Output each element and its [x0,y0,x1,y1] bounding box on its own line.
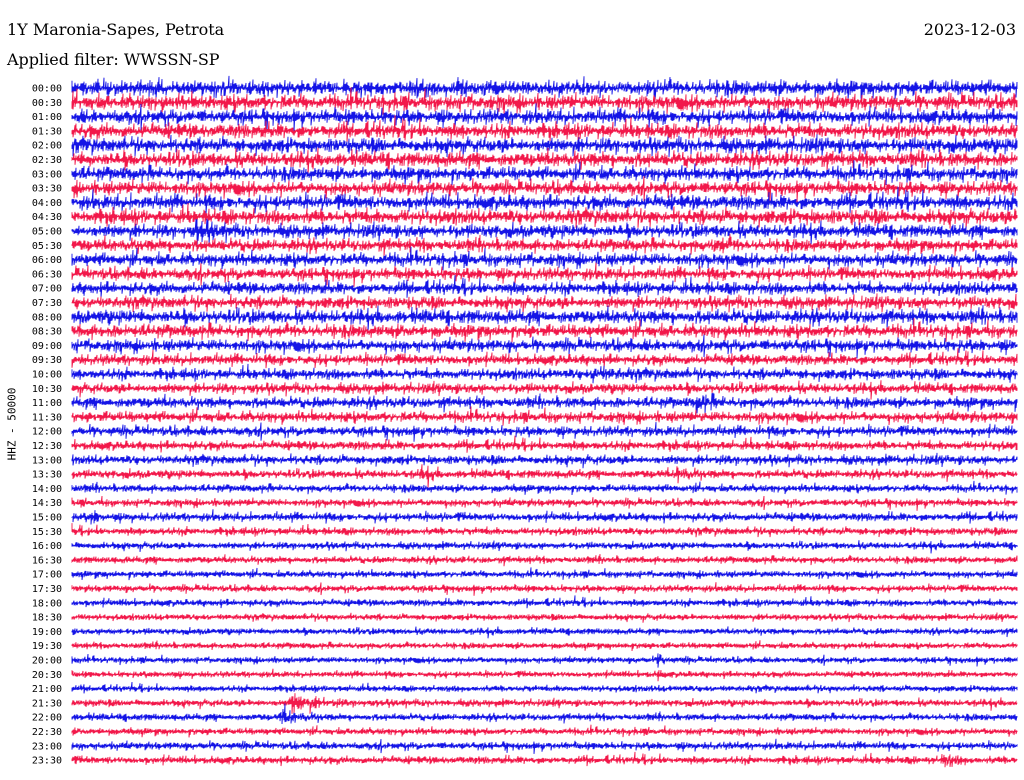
time-tick-label: 12:30 [32,441,62,452]
time-tick-label: 20:00 [32,656,62,667]
trace-row [71,293,1018,314]
time-tick-label: 01:00 [32,112,62,123]
time-tick-label: 01:30 [32,126,62,137]
time-tick-label: 14:30 [32,498,62,509]
trace-row [71,262,1018,287]
trace-row [71,480,1018,496]
trace-row [71,554,1018,567]
trace-row [71,75,1018,102]
time-tick-label: 22:30 [32,727,62,738]
helicorder-plot: 00:00 00:30 01:00 01:30 02:00 02:30 03:00 03:30… [32,75,1018,768]
time-tick-label: 07:30 [32,298,62,309]
trace-row [71,406,1018,426]
trace-row [71,495,1018,511]
trace-row [71,751,1018,768]
time-tick-label: 08:30 [32,327,62,338]
time-tick-label: 12:00 [32,427,62,438]
time-tick-label: 19:00 [32,627,62,638]
time-tick-label: 02:30 [32,155,62,166]
time-tick-label: 05:00 [32,227,62,238]
time-tick-label: 20:30 [32,670,62,681]
seismic-traces [71,75,1018,768]
trace-row [71,435,1018,453]
time-tick-label: 18:30 [32,613,62,624]
trace-row [71,305,1018,333]
time-tick-label: 07:00 [32,284,62,295]
trace-row [71,595,1018,609]
time-tick-label: 22:00 [32,713,62,724]
time-tick-label: 17:30 [32,584,62,595]
trace-row [71,567,1018,581]
time-tick-label: 04:00 [32,198,62,209]
time-tick-label: 00:00 [32,84,62,95]
trace-row [71,738,1018,754]
trace-row [71,668,1018,682]
trace-row [71,693,1018,715]
trace-row [71,540,1018,554]
trace-row [71,380,1018,400]
trace-row [71,348,1018,369]
time-tick-label: 15:00 [32,513,62,524]
time-tick-label: 05:30 [32,241,62,252]
time-tick-label: 04:30 [32,212,62,223]
time-tick-label: 13:30 [32,470,62,481]
trace-row [71,681,1018,694]
trace-row [71,640,1018,652]
time-tick-label: 08:00 [32,312,62,323]
time-tick-label: 15:30 [32,527,62,538]
trace-row [71,612,1018,623]
time-tick-label: 09:30 [32,355,62,366]
time-tick-label: 03:30 [32,184,62,195]
trace-row [71,275,1018,298]
time-tick-label: 19:30 [32,641,62,652]
time-tick-label: 14:00 [32,484,62,495]
time-tick-label: 00:30 [32,98,62,109]
time-tick-labels: 00:00 00:30 01:00 01:30 02:00 02:30 03:00 03:30… [32,84,62,767]
trace-row [71,724,1018,738]
time-tick-label: 02:00 [32,141,62,152]
trace-row [71,318,1018,343]
trace-row [71,582,1018,596]
time-tick-label: 16:00 [32,541,62,552]
trace-row [71,452,1018,469]
time-tick-label: 13:00 [32,455,62,466]
time-tick-label: 03:00 [32,169,62,180]
time-tick-label: 11:30 [32,412,62,423]
time-tick-label: 17:00 [32,570,62,581]
time-tick-label: 06:30 [32,269,62,280]
trace-row [71,653,1018,668]
time-tick-label: 18:00 [32,598,62,609]
trace-row [71,334,1018,359]
time-tick-label: 23:00 [32,741,62,752]
trace-row [71,626,1018,639]
trace-row [71,234,1018,257]
trace-row [71,523,1018,538]
trace-row [71,509,1018,525]
trace-row [71,363,1018,384]
time-tick-label: 21:00 [32,684,62,695]
time-tick-label: 06:00 [32,255,62,266]
time-tick-label: 16:30 [32,555,62,566]
time-tick-label: 09:00 [32,341,62,352]
time-tick-label: 10:00 [32,370,62,381]
trace-row [71,422,1018,442]
time-tick-label: 10:30 [32,384,62,395]
time-tick-label: 21:30 [32,698,62,709]
time-tick-label: 23:30 [32,756,62,767]
time-tick-label: 11:00 [32,398,62,409]
